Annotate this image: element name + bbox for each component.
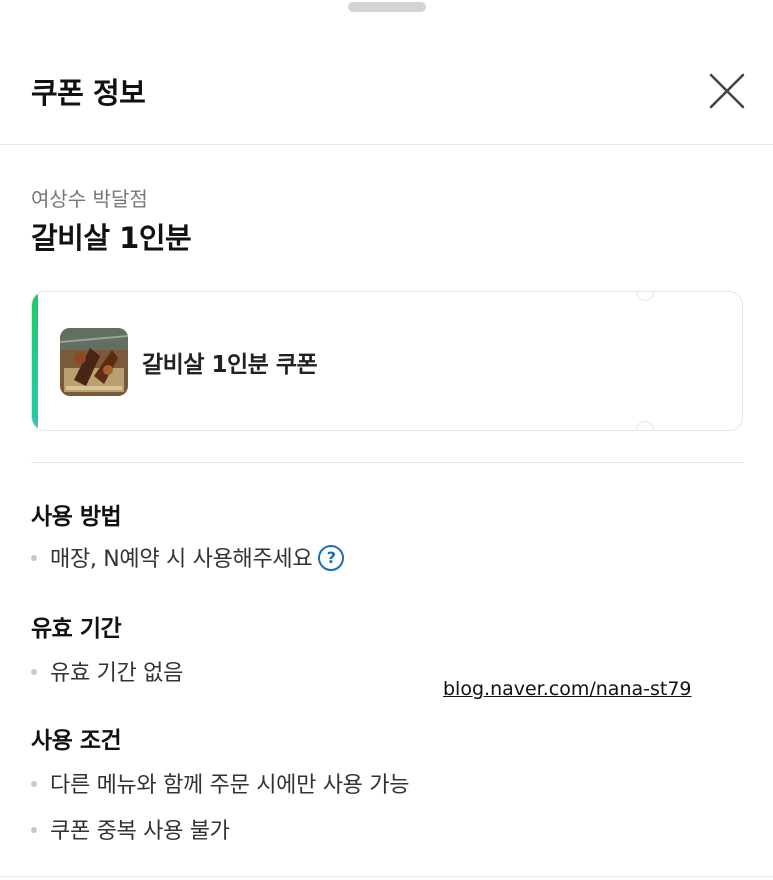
section-divider bbox=[31, 462, 743, 463]
bullet-dot bbox=[31, 781, 37, 787]
coupon-accent-bar bbox=[32, 292, 38, 430]
list-item: 유효 기간 없음 bbox=[31, 655, 183, 687]
food-photo-icon bbox=[60, 328, 128, 396]
coupon-notch-bottom bbox=[636, 421, 654, 430]
condition-item-text: 쿠폰 중복 사용 불가 bbox=[50, 819, 230, 844]
sheet-header: 쿠폰 정보 bbox=[0, 0, 773, 145]
list-item: 쿠폰 중복 사용 불가 bbox=[31, 813, 230, 845]
bullet-dot bbox=[31, 669, 37, 675]
question-circle-icon[interactable]: ? bbox=[318, 545, 345, 571]
bullet-dot bbox=[31, 827, 37, 833]
list-item: 매장, N예약 시 사용해주세요? bbox=[31, 541, 345, 573]
close-button[interactable] bbox=[707, 71, 747, 111]
conditions-section-title: 사용 조건 bbox=[31, 728, 122, 754]
condition-item-text: 다른 메뉴와 함께 주문 시에만 사용 가능 bbox=[50, 773, 410, 798]
usage-item-text: 매장, N예약 시 사용해주세요 bbox=[50, 547, 313, 572]
list-item: 다른 메뉴와 함께 주문 시에만 사용 가능 bbox=[31, 767, 410, 799]
coupon-label: 갈비살 1인분 쿠폰 bbox=[142, 352, 318, 378]
coupon-card[interactable]: 갈비살 1인분 쿠폰 bbox=[31, 291, 743, 431]
watermark-link: blog.naver.com/nana-st79 bbox=[443, 678, 692, 700]
bullet-dot bbox=[31, 555, 37, 561]
coupon-notch-top bbox=[636, 292, 654, 301]
bottom-divider bbox=[0, 876, 773, 877]
close-icon bbox=[709, 73, 745, 109]
menu-name: 갈비살 1인분 bbox=[31, 221, 192, 255]
validity-item-text: 유효 기간 없음 bbox=[50, 661, 184, 686]
validity-section-title: 유효 기간 bbox=[31, 616, 122, 642]
page-title: 쿠폰 정보 bbox=[31, 76, 146, 110]
usage-section-title: 사용 방법 bbox=[31, 504, 122, 530]
store-name: 여상수 박달점 bbox=[31, 187, 148, 211]
